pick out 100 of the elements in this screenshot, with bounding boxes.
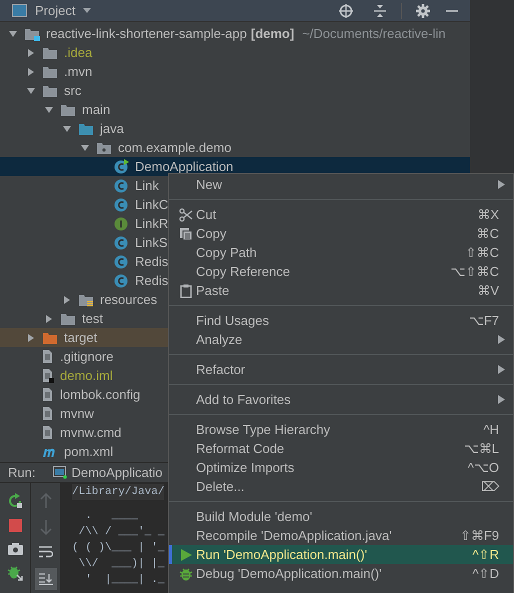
run-config-tab[interactable]: DemoApplicatio bbox=[53, 462, 163, 482]
tree-label: mvnw.cmd bbox=[60, 424, 122, 442]
tree-label: Link bbox=[135, 176, 159, 195]
window-icon bbox=[12, 4, 27, 17]
dropdown-caret-icon[interactable] bbox=[83, 8, 92, 13]
settings-icon[interactable] bbox=[416, 4, 430, 18]
locate-icon[interactable] bbox=[339, 4, 353, 18]
scissors-icon bbox=[178, 208, 192, 222]
tree-label: test bbox=[82, 310, 103, 328]
scroll-to-end-button[interactable] bbox=[34, 568, 56, 590]
tree-label: resources bbox=[100, 290, 158, 309]
menu-item[interactable]: Browse Type Hierarchy ^H bbox=[169, 420, 513, 439]
menu-item[interactable]: Delete... ⌦ bbox=[169, 477, 513, 496]
menu-item[interactable]: New bbox=[169, 175, 513, 194]
shortcut-label: ⇧⌘C bbox=[466, 244, 499, 262]
collapse-all-icon[interactable] bbox=[373, 4, 387, 18]
menu-item-label: New bbox=[196, 176, 222, 194]
folder-icon bbox=[42, 84, 58, 98]
menu-item-label: Run 'DemoApplication.main()' bbox=[196, 546, 368, 564]
console-line: ' |____| ._ bbox=[84, 573, 164, 588]
stop-icon[interactable] bbox=[8, 519, 22, 532]
scroll-to-end-icon bbox=[38, 573, 52, 585]
resources-folder-icon bbox=[78, 292, 94, 306]
tree-label: Redis bbox=[135, 272, 168, 290]
class-icon bbox=[114, 159, 129, 174]
bug-icon bbox=[178, 566, 192, 580]
menu-item[interactable]: Debug 'DemoApplication.main()' ^⇧D bbox=[169, 564, 513, 583]
tree-label: main bbox=[82, 100, 110, 119]
menu-item[interactable]: Add to Favorites bbox=[169, 390, 513, 409]
tree-label: LinkC bbox=[135, 196, 168, 214]
folder-icon bbox=[42, 46, 58, 60]
menu-item-label: Copy bbox=[196, 224, 226, 243]
camera-icon[interactable] bbox=[8, 542, 22, 555]
console-line: /\\ / ___'_ _ bbox=[78, 525, 164, 540]
tree-label: reactive-link-shortener-sample-app bbox=[46, 24, 247, 43]
menu-item-label: Refactor bbox=[196, 360, 246, 379]
package-folder-icon bbox=[96, 140, 112, 154]
menu-item-label: Recompile 'DemoApplication.java' bbox=[196, 526, 392, 545]
tree-label: LinkS bbox=[135, 234, 168, 252]
shortcut-label: ⌥F7 bbox=[468, 312, 499, 330]
class-icon bbox=[114, 235, 129, 250]
console-line: \\/ ___)| |_ bbox=[78, 557, 164, 572]
menu-item-label: Paste bbox=[196, 282, 230, 300]
menu-item[interactable]: Build Module 'demo' bbox=[169, 507, 513, 526]
menu-item-label: Delete... bbox=[196, 478, 244, 496]
tree-row[interactable]: DemoApplication bbox=[0, 157, 470, 176]
menu-item[interactable]: Optimize Imports ^⌥O bbox=[169, 458, 513, 477]
tree-label: demo.iml bbox=[60, 366, 113, 385]
menu-item-label: Build Module 'demo' bbox=[196, 508, 312, 526]
tree-label: pom.xml bbox=[64, 442, 114, 461]
shortcut-label: ⌥⌘L bbox=[464, 440, 499, 458]
soft-wrap-icon[interactable] bbox=[38, 545, 52, 558]
menu-item-label: Analyze bbox=[196, 330, 242, 349]
console-line: ( ( )\___ | '_ bbox=[72, 541, 164, 556]
menu-item-label: Optimize Imports bbox=[196, 458, 294, 477]
menu-item-label: Copy Reference bbox=[196, 262, 290, 281]
menu-item[interactable]: Refactor bbox=[169, 360, 513, 379]
menu-item-label: Add to Favorites bbox=[196, 390, 291, 409]
tree-label: com.example.demo bbox=[118, 138, 232, 157]
bug-icon[interactable] bbox=[7, 565, 23, 581]
rerun-icon[interactable] bbox=[7, 493, 23, 509]
panel-title[interactable]: Project bbox=[35, 0, 76, 20]
expanded-arrow-icon[interactable] bbox=[8, 28, 18, 38]
menu-item-label: Browse Type Hierarchy bbox=[196, 420, 330, 439]
menu-item[interactable]: Paste ⌘V bbox=[169, 281, 513, 300]
shortcut-label: ⌥⇧⌘C bbox=[450, 262, 499, 281]
tree-label: target bbox=[64, 328, 98, 347]
shortcut-label: ^H bbox=[484, 420, 499, 439]
class-icon bbox=[114, 197, 129, 212]
menu-item[interactable]: Find Usages ⌥F7 bbox=[169, 311, 513, 330]
console-line: . ____ bbox=[84, 509, 138, 524]
tree-label: .idea bbox=[64, 44, 92, 62]
menu-item-label: Copy Path bbox=[196, 244, 257, 262]
menu-item[interactable]: Copy Reference ⌥⇧⌘C bbox=[169, 262, 513, 281]
folder-icon bbox=[42, 64, 58, 78]
menu-item-label: Reformat Code bbox=[196, 440, 284, 458]
menu-item[interactable]: Recompile 'DemoApplication.java' ⇧⌘F9 bbox=[169, 526, 513, 545]
menu-item[interactable]: Cut ⌘X bbox=[169, 205, 513, 224]
menu-item[interactable]: Run 'DemoApplication.main()' ^⇧R bbox=[169, 545, 513, 564]
menu-item[interactable]: Reformat Code ⌥⌘L bbox=[169, 439, 513, 458]
folder-icon bbox=[60, 102, 76, 116]
tree-label: .mvn bbox=[64, 62, 92, 81]
shortcut-label: ^⌥O bbox=[468, 458, 499, 477]
menu-item[interactable]: Copy ⌘C bbox=[169, 224, 513, 243]
folder-icon bbox=[60, 312, 76, 326]
menu-item[interactable]: Analyze bbox=[169, 330, 513, 349]
class-icon bbox=[114, 254, 129, 269]
class-icon bbox=[114, 273, 129, 288]
tree-label: java bbox=[100, 120, 124, 138]
run-icon bbox=[178, 548, 192, 562]
shortcut-label: ^⇧D bbox=[472, 564, 499, 583]
window-icon bbox=[53, 466, 68, 479]
module-name: [demo] bbox=[250, 24, 294, 43]
tree-label: src bbox=[64, 82, 82, 100]
tree-label: .gitignore bbox=[60, 348, 114, 366]
folder-icon bbox=[42, 330, 58, 344]
shortcut-label: ⌘X bbox=[477, 206, 499, 224]
shortcut-label: ⌦ bbox=[481, 478, 499, 496]
shortcut-label: ^⇧R bbox=[472, 546, 499, 564]
menu-item[interactable]: Copy Path ⇧⌘C bbox=[169, 243, 513, 262]
